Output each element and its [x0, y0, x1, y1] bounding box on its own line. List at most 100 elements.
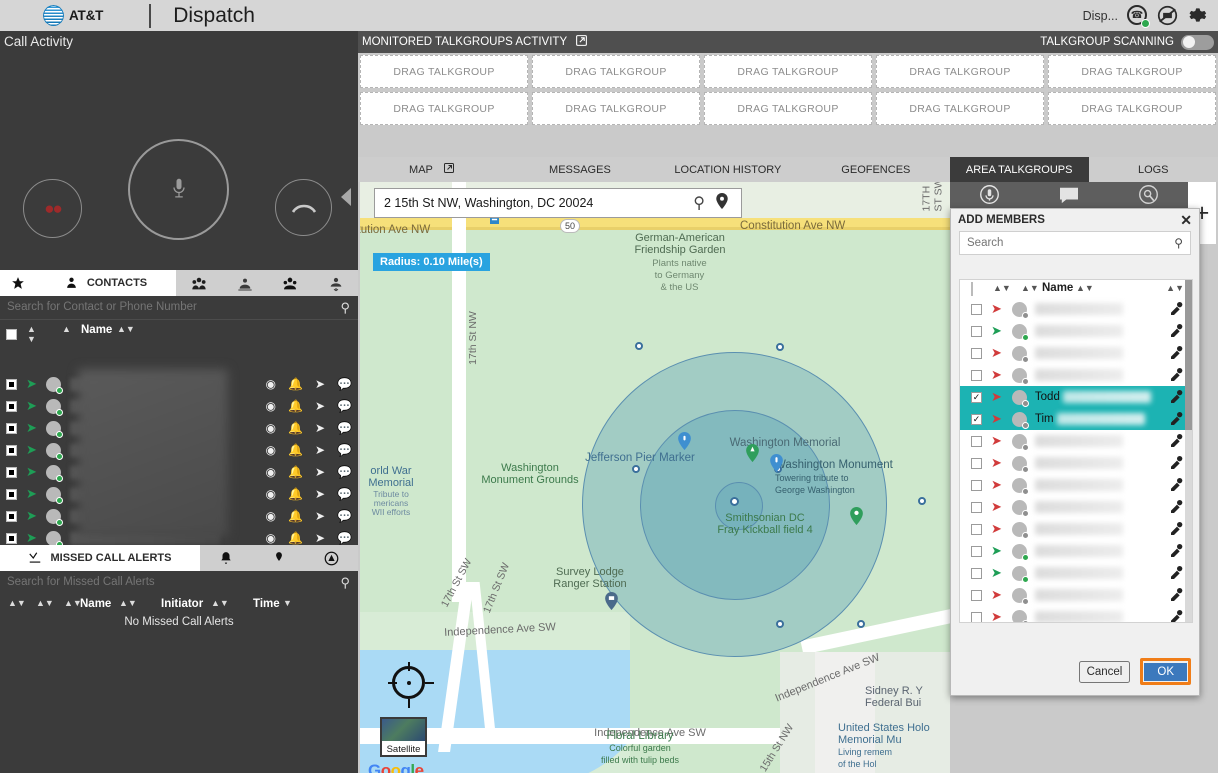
- add-members-search-input[interactable]: [960, 237, 1175, 249]
- member-row[interactable]: ➤: [960, 496, 1192, 518]
- main-tabs[interactable]: MAP MESSAGES LOCATION HISTORY GEOFENCES AREA…: [358, 157, 1218, 182]
- ptt-mic-button[interactable]: [128, 139, 229, 240]
- drag-talkgroup-cell[interactable]: DRAG TALKGROUP: [1048, 55, 1216, 88]
- navigate-icon[interactable]: ➤: [315, 465, 325, 479]
- tab-missed-call-alerts[interactable]: MISSED CALL ALERTS: [0, 545, 200, 571]
- drag-talkgroup-cell[interactable]: DRAG TALKGROUP: [704, 92, 872, 125]
- collapse-arrow-icon[interactable]: [341, 188, 351, 206]
- tab-location-history[interactable]: LOCATION HISTORY: [654, 157, 802, 182]
- drag-talkgroup-cell[interactable]: DRAG TALKGROUP: [532, 55, 700, 88]
- alert-bell-icon[interactable]: 🔔: [288, 487, 303, 501]
- radio-device-icon[interactable]: [1169, 367, 1185, 384]
- user-label[interactable]: Disp...: [1083, 9, 1118, 23]
- navigate-icon[interactable]: ➤: [315, 421, 325, 435]
- message-icon[interactable]: 💬: [337, 465, 352, 479]
- tab-alerts[interactable]: [200, 545, 253, 571]
- radius-handle-outer-e[interactable]: [918, 497, 926, 505]
- settings-gear-icon[interactable]: [1187, 5, 1208, 26]
- ok-button[interactable]: OK: [1144, 663, 1187, 681]
- map-search-box[interactable]: ⚲: [374, 188, 742, 218]
- message-icon[interactable]: 💬: [337, 443, 352, 457]
- search-icon[interactable]: ⚲: [1174, 236, 1183, 250]
- member-checkbox[interactable]: ✓: [971, 391, 982, 403]
- row-checkbox[interactable]: [6, 422, 17, 434]
- location-request-icon[interactable]: ◉: [266, 531, 276, 545]
- add-members-col-name[interactable]: Name: [1042, 282, 1073, 294]
- navigate-icon[interactable]: ➤: [315, 399, 325, 413]
- alert-bell-icon[interactable]: 🔔: [288, 399, 303, 413]
- location-request-icon[interactable]: ◉: [266, 487, 276, 501]
- tab-location-alerts[interactable]: [253, 545, 306, 571]
- member-checkbox[interactable]: ✓: [971, 413, 982, 425]
- navigate-icon[interactable]: ➤: [315, 509, 325, 523]
- drag-talkgroup-row-2[interactable]: DRAG TALKGROUP DRAG TALKGROUP DRAG TALKGRO…: [358, 90, 1218, 127]
- map-pin-washington-monument[interactable]: [770, 454, 783, 472]
- sort-col2[interactable]: ▲▼: [36, 598, 54, 608]
- alert-bell-icon[interactable]: 🔔: [288, 377, 303, 391]
- end-call-button[interactable]: [275, 179, 332, 236]
- alert-bell-icon[interactable]: 🔔: [288, 421, 303, 435]
- member-row[interactable]: ➤: [960, 518, 1192, 540]
- contacts-col-name[interactable]: Name: [81, 324, 112, 336]
- radio-device-icon[interactable]: [1169, 477, 1185, 494]
- missed-col-time[interactable]: Time: [253, 598, 280, 610]
- recenter-crosshair-button[interactable]: [388, 662, 434, 708]
- member-checkbox[interactable]: [971, 479, 982, 491]
- alert-bell-icon[interactable]: 🔔: [288, 531, 303, 545]
- member-checkbox[interactable]: [971, 347, 982, 359]
- talkgroup-scanning-control[interactable]: TALKGROUP SCANNING: [1040, 31, 1214, 53]
- map-view[interactable]: itution Ave NW Constitution Ave NW 50 Ge…: [360, 182, 950, 773]
- radio-device-icon[interactable]: [1169, 301, 1185, 318]
- sidebar-tab-group-dark[interactable]: [267, 270, 313, 296]
- member-row[interactable]: ➤: [960, 320, 1192, 342]
- row-checkbox[interactable]: [6, 444, 17, 456]
- sidebar-tab-favorites[interactable]: [0, 270, 36, 296]
- location-request-icon[interactable]: ◉: [266, 443, 276, 457]
- search-icon[interactable]: ⚲: [693, 193, 705, 213]
- add-members-search[interactable]: ⚲: [959, 231, 1191, 255]
- navigate-icon[interactable]: ➤: [315, 443, 325, 457]
- talkgroup-scanning-toggle[interactable]: [1181, 34, 1214, 50]
- radius-handle-nw[interactable]: [635, 342, 643, 350]
- drag-talkgroup-cell[interactable]: DRAG TALKGROUP: [876, 55, 1044, 88]
- sort-name[interactable]: ▲▼: [119, 598, 137, 608]
- message-icon[interactable]: 💬: [337, 399, 352, 413]
- sort-avatar[interactable]: ▲▼: [1021, 283, 1039, 293]
- sort-col1[interactable]: ▲▼: [8, 598, 26, 608]
- sort-status[interactable]: ▲: [62, 324, 71, 334]
- drag-talkgroup-cell[interactable]: DRAG TALKGROUP: [876, 92, 1044, 125]
- map-pin-smithsonian[interactable]: [850, 507, 863, 525]
- member-checkbox[interactable]: [971, 435, 982, 447]
- location-request-icon[interactable]: ◉: [266, 465, 276, 479]
- sidebar-tab-contacts[interactable]: CONTACTS: [36, 270, 176, 296]
- message-icon[interactable]: 💬: [337, 509, 352, 523]
- tab-logs[interactable]: LOGS: [1089, 157, 1218, 182]
- member-checkbox[interactable]: [971, 611, 982, 622]
- location-request-icon[interactable]: ◉: [266, 399, 276, 413]
- member-row[interactable]: ➤: [960, 562, 1192, 584]
- row-checkbox[interactable]: [6, 466, 17, 478]
- tab-geofences[interactable]: GEOFENCES: [802, 157, 950, 182]
- missed-calls-search-input[interactable]: [0, 571, 330, 593]
- popout-window-icon[interactable]: [575, 34, 588, 50]
- map-pin-monument-grounds[interactable]: [746, 444, 759, 462]
- sort-initiator[interactable]: ▲▼: [211, 598, 229, 608]
- add-members-scrollbar[interactable]: [1185, 280, 1192, 622]
- radio-device-icon[interactable]: [1169, 609, 1185, 622]
- member-row[interactable]: ➤: [960, 342, 1192, 364]
- member-checkbox[interactable]: [971, 325, 982, 337]
- row-checkbox[interactable]: [6, 400, 17, 412]
- message-icon[interactable]: 💬: [337, 531, 352, 545]
- member-row[interactable]: ➤: [960, 298, 1192, 320]
- search-icon[interactable]: ⚲: [340, 300, 350, 316]
- drag-talkgroup-cell[interactable]: DRAG TALKGROUP: [360, 55, 528, 88]
- sidebar-tab-group-broadcast[interactable]: [222, 270, 268, 296]
- place-pin-icon[interactable]: [715, 192, 729, 214]
- location-icon[interactable]: [1138, 184, 1159, 210]
- radius-handle-s[interactable]: [776, 620, 784, 628]
- map-pin-ranger-station[interactable]: [605, 592, 618, 610]
- radio-device-icon[interactable]: [1169, 345, 1185, 362]
- member-row[interactable]: ✓ ➤ Todd: [960, 386, 1192, 408]
- select-all-checkbox[interactable]: [971, 282, 973, 296]
- sidebar-tab-talkgroups[interactable]: [176, 270, 222, 296]
